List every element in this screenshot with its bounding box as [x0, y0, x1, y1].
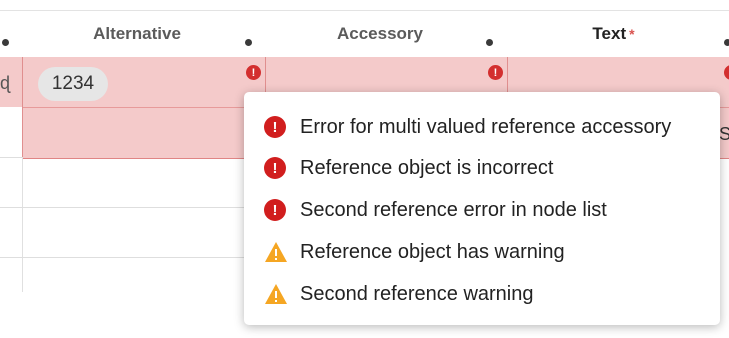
- validation-messages-popup: ! Error for multi valued reference acces…: [244, 92, 720, 325]
- required-asterisk: *: [629, 26, 635, 42]
- column-label: Accessory: [336, 24, 423, 43]
- cell-error-icon[interactable]: !: [488, 65, 503, 80]
- error-icon: !: [264, 199, 286, 221]
- chip-value: 1234: [51, 73, 95, 94]
- message-text: Error for multi valued reference accesso…: [300, 115, 672, 138]
- column-menu-dot[interactable]: [486, 39, 493, 46]
- message-item-error: ! Error for multi valued reference acces…: [264, 112, 671, 142]
- reference-chip[interactable]: 1234: [38, 67, 108, 101]
- row-divider: [0, 157, 22, 158]
- column-divider: [22, 57, 23, 157]
- grid-header: Alternative Accessory Text *: [0, 10, 729, 57]
- column-header-alternative[interactable]: Alternative: [22, 11, 252, 57]
- message-item-warning: Second reference warning: [264, 279, 533, 309]
- column-header-text[interactable]: Text *: [506, 11, 721, 57]
- message-item-error: ! Reference object is incorrect: [264, 153, 553, 183]
- message-text: Second reference warning: [300, 282, 534, 305]
- column-menu-dot[interactable]: [2, 39, 9, 46]
- error-icon: !: [264, 157, 286, 179]
- warning-icon: [265, 242, 287, 262]
- row-divider: [0, 257, 260, 258]
- truncated-cell-text: S: [719, 124, 729, 144]
- data-grid: Alternative Accessory Text * ɖ 1234 ! ! …: [0, 0, 729, 338]
- column-label: Text: [592, 24, 627, 43]
- truncated-cell-text: ɖ: [0, 73, 11, 93]
- column-header-accessory[interactable]: Accessory: [265, 11, 495, 57]
- message-text: Reference object has warning: [300, 240, 565, 263]
- row-divider: [0, 207, 260, 208]
- column-divider: [22, 157, 23, 292]
- column-menu-dot[interactable]: [724, 39, 729, 46]
- column-menu-dot[interactable]: [245, 39, 252, 46]
- error-icon: !: [264, 116, 286, 138]
- message-text: Reference object is incorrect: [300, 156, 554, 179]
- warning-icon: [265, 284, 287, 304]
- cell-error-icon[interactable]: !: [246, 65, 261, 80]
- message-item-error: ! Second reference error in node list: [264, 195, 607, 225]
- message-text: Second reference error in node list: [300, 198, 607, 221]
- message-item-warning: Reference object has warning: [264, 237, 565, 267]
- column-label: Alternative: [93, 24, 181, 43]
- row-gutter: [0, 107, 22, 157]
